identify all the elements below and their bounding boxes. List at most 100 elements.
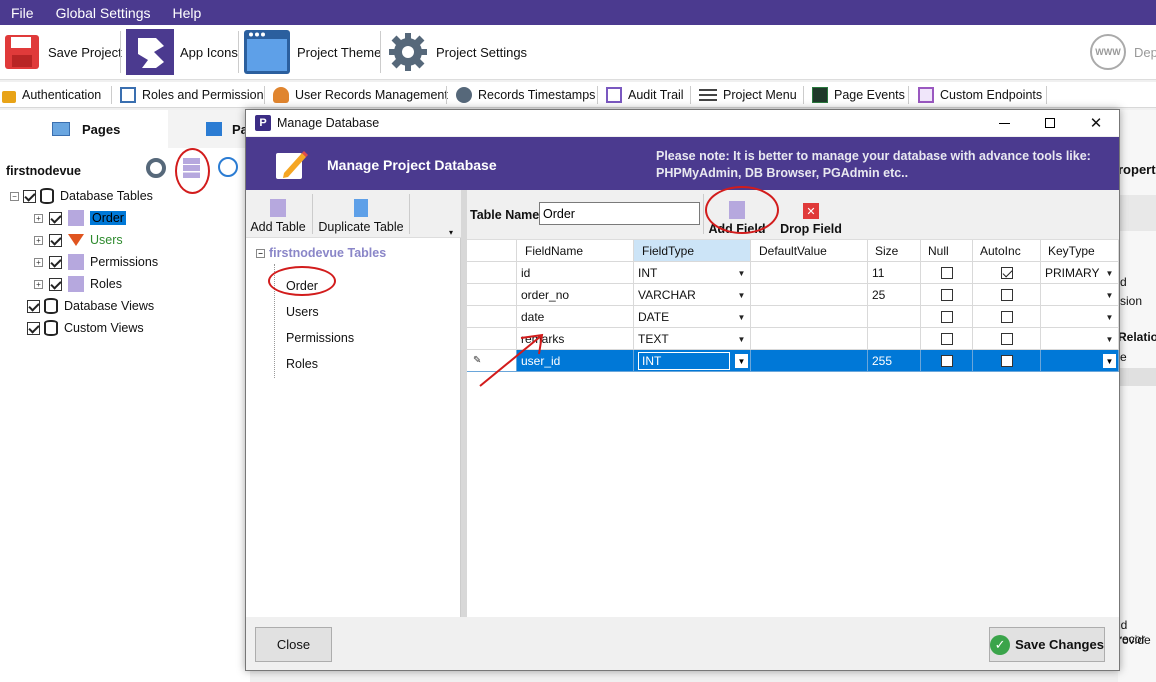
dropdown-arrow-icon[interactable]: ▼ [1103, 266, 1116, 280]
size-cell[interactable] [868, 306, 921, 328]
tree-database-tables[interactable]: − Database Tables [10, 187, 153, 205]
checkbox[interactable] [1000, 332, 1013, 345]
checkbox[interactable] [49, 277, 62, 291]
save-changes-button[interactable]: ✓ Save Changes [989, 627, 1105, 662]
row-selector[interactable] [467, 284, 517, 306]
dropdown-arrow-icon[interactable]: ▼ [735, 354, 748, 368]
close-window-button[interactable]: ✕ [1073, 110, 1119, 136]
deploy-button[interactable]: WWW Dep [1090, 28, 1156, 76]
dropdown-arrow-icon[interactable]: ▼ [735, 288, 748, 302]
checkbox[interactable] [940, 288, 953, 301]
table-row[interactable]: order_no VARCHAR ▼ 25 ▼ [467, 284, 1119, 306]
autoinc-checkbox-cell[interactable] [973, 262, 1041, 284]
dropdown-arrow-icon[interactable]: ▼ [1103, 310, 1116, 324]
table-item-roles[interactable]: Roles [286, 357, 318, 371]
dropdown-arrow-icon[interactable]: ▼ [1103, 332, 1116, 346]
page-events-button[interactable]: Page Events [812, 85, 905, 105]
header-size[interactable]: Size [868, 240, 921, 262]
settings-gear-icon[interactable] [146, 158, 166, 178]
menu-file[interactable]: File [0, 5, 45, 21]
project-theme-button[interactable]: Project Theme [243, 28, 381, 76]
dropdown-arrow-icon[interactable]: ▼ [735, 332, 748, 346]
fieldname-cell[interactable]: date [517, 306, 634, 328]
header-fieldname[interactable]: FieldName [517, 240, 634, 262]
tree-permissions[interactable]: + Permissions [34, 253, 158, 271]
authentication-button[interactable]: Authentication [2, 85, 101, 105]
checkbox[interactable] [23, 189, 36, 203]
project-settings-button[interactable]: Project Settings [386, 28, 527, 76]
table-item-users[interactable]: Users [286, 305, 319, 319]
user-records-button[interactable]: User Records Management [273, 85, 448, 105]
checkbox[interactable] [27, 321, 40, 335]
tree-custom-views[interactable]: Custom Views [27, 319, 144, 337]
fieldtype-cell[interactable]: DATE ▼ [634, 306, 751, 328]
drop-field-button[interactable]: ✕ Drop Field [779, 196, 843, 236]
autoinc-checkbox-cell[interactable] [973, 306, 1041, 328]
checkbox[interactable] [940, 310, 953, 323]
duplicate-table-button[interactable]: Duplicate Table [318, 194, 404, 234]
menu-help[interactable]: Help [162, 5, 213, 21]
tree-database-views[interactable]: Database Views [27, 297, 154, 315]
size-cell[interactable]: 25 [868, 284, 921, 306]
project-menu-button[interactable]: Project Menu [699, 85, 797, 105]
defaultvalue-cell[interactable] [751, 350, 868, 372]
header-fieldtype[interactable]: FieldType [634, 240, 751, 262]
row-selector[interactable] [467, 262, 517, 284]
keytype-cell[interactable]: ▼ [1041, 328, 1119, 350]
tables-tree-root[interactable]: − firstnodevue Tables [256, 246, 386, 260]
maximize-button[interactable] [1027, 110, 1073, 136]
table-row[interactable]: id INT ▼ 11 PRIMARY ▼ [467, 262, 1119, 284]
custom-endpoints-button[interactable]: Custom Endpoints [918, 85, 1042, 105]
table-name-input[interactable] [539, 202, 700, 225]
row-selector[interactable] [467, 306, 517, 328]
defaultvalue-cell[interactable] [751, 328, 868, 350]
checkbox[interactable] [27, 299, 40, 313]
table-row[interactable]: ✎ user_id INT ▼ 255 ▼ [467, 350, 1119, 372]
tree-users[interactable]: + Users [34, 231, 123, 249]
checkbox[interactable] [1000, 310, 1013, 323]
size-cell[interactable]: 255 [868, 350, 921, 372]
defaultvalue-cell[interactable] [751, 262, 868, 284]
checkbox[interactable] [940, 354, 953, 367]
header-defaultvalue[interactable]: DefaultValue [751, 240, 868, 262]
menu-global-settings[interactable]: Global Settings [45, 5, 162, 21]
checkbox[interactable] [1000, 288, 1013, 301]
header-null[interactable]: Null [921, 240, 973, 262]
null-checkbox-cell[interactable] [921, 262, 973, 284]
keytype-cell[interactable]: PRIMARY ▼ [1041, 262, 1119, 284]
tab-pages[interactable]: Pages [0, 110, 168, 148]
defaultvalue-cell[interactable] [751, 306, 868, 328]
tab-second[interactable]: Pa [168, 110, 250, 148]
keytype-cell[interactable]: ▼ [1041, 350, 1119, 372]
checkbox[interactable] [1000, 266, 1013, 279]
fieldname-cell[interactable]: id [517, 262, 634, 284]
table-row[interactable]: remarks TEXT ▼ ▼ [467, 328, 1119, 350]
save-project-button[interactable]: Save Project [2, 28, 122, 76]
fieldtype-cell[interactable]: TEXT ▼ [634, 328, 751, 350]
dropdown-arrow-icon[interactable]: ▼ [1103, 354, 1116, 368]
header-keytype[interactable]: KeyType [1041, 240, 1119, 262]
checkbox[interactable] [49, 233, 62, 247]
app-icons-button[interactable]: App Icons [126, 28, 238, 76]
fieldtype-cell[interactable]: INT ▼ [634, 350, 751, 372]
checkbox[interactable] [1000, 354, 1013, 367]
tree-order[interactable]: + Order [34, 209, 126, 227]
header-autoinc[interactable]: AutoInc [973, 240, 1041, 262]
keytype-cell[interactable]: ▼ [1041, 306, 1119, 328]
records-timestamps-button[interactable]: Records Timestamps [456, 85, 595, 105]
checkbox[interactable] [49, 255, 62, 269]
checkbox[interactable] [49, 211, 62, 225]
null-checkbox-cell[interactable] [921, 328, 973, 350]
autoinc-checkbox-cell[interactable] [973, 284, 1041, 306]
fieldtype-cell[interactable]: VARCHAR ▼ [634, 284, 751, 306]
table-row[interactable]: date DATE ▼ ▼ [467, 306, 1119, 328]
minimize-button[interactable] [981, 110, 1027, 136]
dropdown-arrow-icon[interactable]: ▼ [735, 310, 748, 324]
roles-permission-button[interactable]: Roles and Permission [120, 85, 264, 105]
null-checkbox-cell[interactable] [921, 284, 973, 306]
size-cell[interactable] [868, 328, 921, 350]
size-cell[interactable]: 11 [868, 262, 921, 284]
refresh-icon[interactable] [218, 157, 238, 177]
autoinc-checkbox-cell[interactable] [973, 328, 1041, 350]
null-checkbox-cell[interactable] [921, 350, 973, 372]
